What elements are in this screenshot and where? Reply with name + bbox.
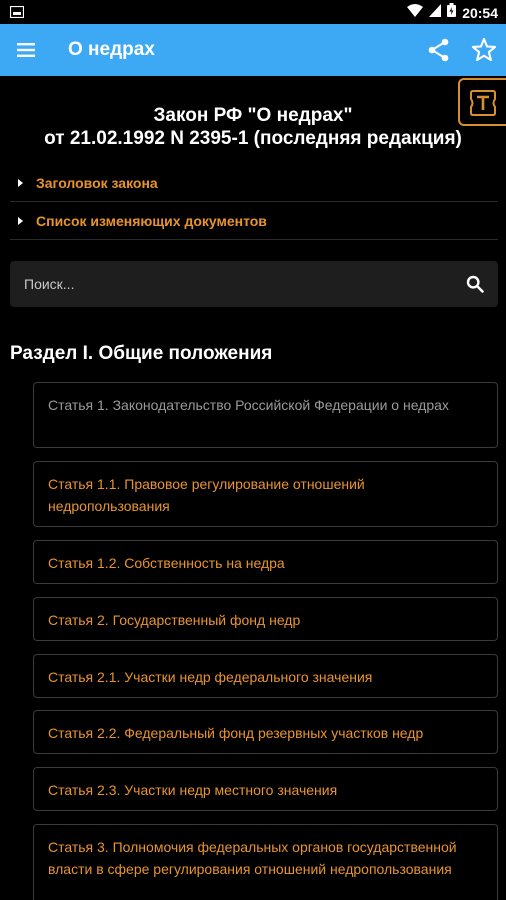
section-title: Раздел I. Общие положения	[10, 343, 273, 364]
search-bar	[10, 261, 498, 307]
article-label: Статья 2.3. Участки недр местного значен…	[48, 782, 338, 798]
article-item[interactable]: Статья 2. Государственный фонд недр	[33, 597, 498, 641]
article-item[interactable]: Статья 3. Полномочия федеральных органов…	[33, 824, 498, 900]
status-bar: 20:54	[0, 0, 506, 24]
wifi-icon	[407, 3, 424, 22]
article-label: Статья 2. Государственный фонд недр	[48, 612, 301, 628]
article-label: Статья 1.1. Правовое регулирование отнош…	[48, 476, 365, 514]
expand-arrow-icon	[18, 217, 23, 225]
expander-amending-documents[interactable]: Список изменяющих документов	[10, 202, 498, 240]
app-bar: О недрах	[0, 24, 506, 76]
article-item[interactable]: Статья 1.1. Правовое регулирование отнош…	[33, 461, 498, 527]
article-item[interactable]: Статья 2.1. Участки недр федерального зн…	[33, 654, 498, 698]
expand-arrow-icon	[18, 179, 23, 187]
battery-icon	[447, 3, 457, 22]
article-label: Статья 2.1. Участки недр федерального зн…	[48, 669, 373, 685]
expander-label: Список изменяющих документов	[36, 213, 267, 229]
search-icon[interactable]	[466, 275, 484, 293]
expander-law-header[interactable]: Заголовок закона	[10, 164, 498, 202]
menu-icon[interactable]	[14, 38, 38, 62]
cell-signal-icon	[429, 3, 442, 22]
law-title-line1: Закон РФ "О недрах"	[153, 105, 353, 126]
article-item[interactable]: Статья 1. Законодательство Российской Фе…	[33, 382, 498, 448]
clock: 20:54	[462, 4, 498, 21]
search-input[interactable]	[24, 273, 444, 295]
law-title: Закон РФ "О недрах" от 21.02.1992 N 2395…	[0, 104, 506, 150]
article-item[interactable]: Статья 2.2. Федеральный фонд резервных у…	[33, 710, 498, 754]
article-item[interactable]: Статья 2.3. Участки недр местного значен…	[33, 767, 498, 811]
article-label: Статья 3. Полномочия федеральных органов…	[48, 839, 457, 877]
article-label: Статья 1. Законодательство Российской Фе…	[48, 397, 449, 413]
article-label: Статья 2.2. Федеральный фонд резервных у…	[48, 725, 424, 741]
article-label: Статья 1.2. Собственность на недра	[48, 555, 285, 571]
article-item[interactable]: Статья 1.2. Собственность на недра	[33, 540, 498, 584]
star-icon[interactable]	[470, 36, 498, 64]
expander-label: Заголовок закона	[36, 175, 158, 191]
page-title: О недрах	[68, 39, 155, 60]
law-title-line2: от 21.02.1992 N 2395-1 (последняя редакц…	[44, 128, 462, 149]
screenshot-notification-icon	[9, 5, 25, 23]
share-icon[interactable]	[426, 37, 452, 63]
